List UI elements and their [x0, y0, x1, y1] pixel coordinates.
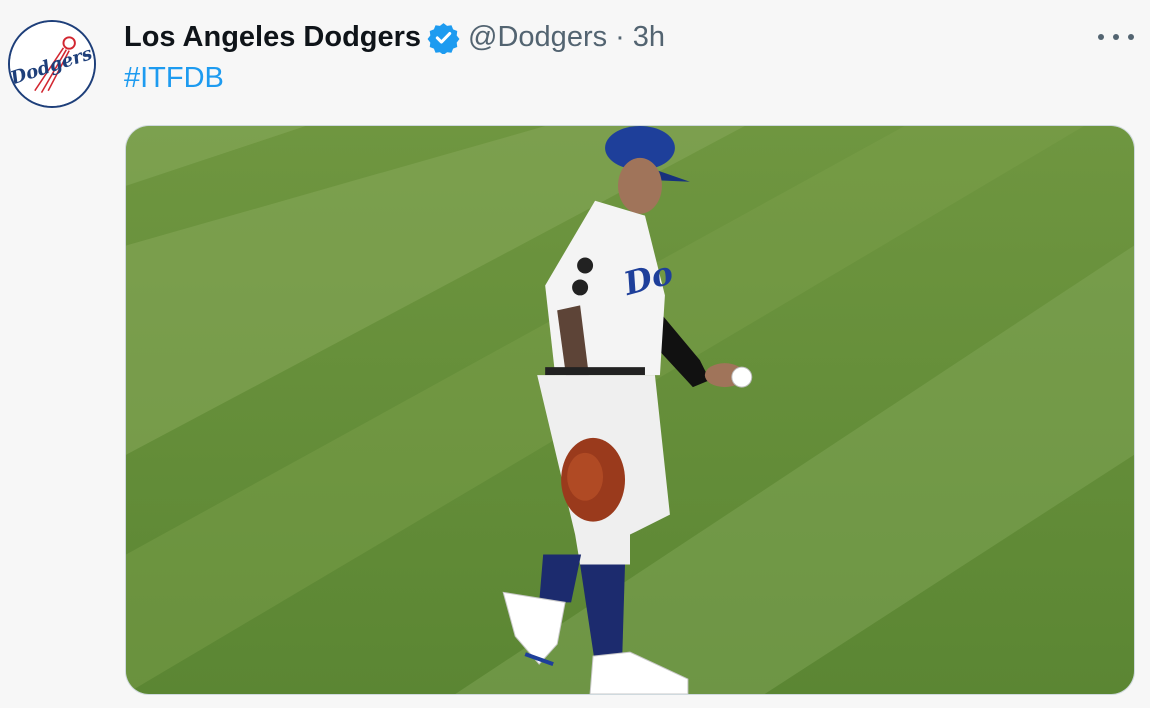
author-display-name[interactable]: Los Angeles Dodgers — [124, 21, 421, 54]
verified-badge-icon — [427, 21, 460, 54]
tweet-timestamp[interactable]: 3h — [633, 21, 665, 54]
more-options-icon[interactable] — [1098, 24, 1134, 50]
author-avatar[interactable]: Dodgers — [8, 20, 96, 108]
dodgers-logo-icon: Dodgers — [10, 22, 94, 106]
tweet-text-hashtag[interactable]: #ITFDB — [124, 62, 224, 95]
separator-dot: · — [615, 20, 625, 53]
tweet-header: Los Angeles Dodgers @Dodgers · 3h — [124, 16, 665, 58]
photo-player-on-field: Do — [126, 126, 1134, 694]
author-handle[interactable]: @Dodgers — [468, 21, 607, 54]
tweet[interactable]: Dodgers Los Angeles Dodgers @Dodgers · 3… — [0, 0, 1150, 708]
tweet-media-photo[interactable]: Do — [125, 125, 1135, 695]
